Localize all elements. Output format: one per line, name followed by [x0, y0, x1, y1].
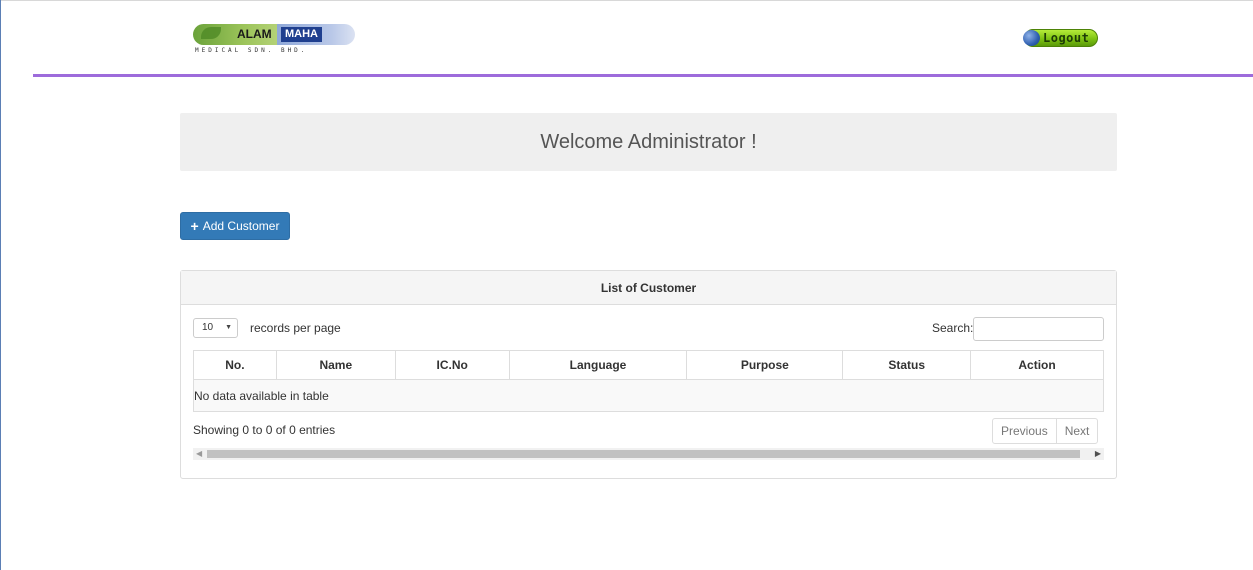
- header-divider: [33, 74, 1253, 77]
- customer-list-panel: List of Customer 10 ▼ records per page S…: [180, 270, 1117, 479]
- column-header-language[interactable]: Language: [508, 350, 688, 380]
- scrollbar-thumb[interactable]: [207, 450, 1080, 458]
- logout-globe-icon: [1023, 30, 1040, 46]
- records-per-page-label: records per page: [250, 321, 341, 335]
- empty-table-message: No data available in table: [193, 379, 1104, 412]
- column-header-ic-no[interactable]: IC.No: [394, 350, 510, 380]
- window-top-border: [0, 0, 1253, 1]
- horizontal-scrollbar[interactable]: ◀ ▶: [193, 448, 1104, 460]
- panel-heading: List of Customer: [181, 271, 1116, 305]
- records-per-page-select[interactable]: 10 ▼: [193, 318, 238, 338]
- records-per-page-value: 10: [202, 322, 214, 333]
- table-info: Showing 0 to 0 of 0 entries: [193, 423, 336, 437]
- logout-button[interactable]: Logout: [1023, 29, 1098, 47]
- next-page-button[interactable]: Next: [1057, 419, 1098, 443]
- company-logo: ALAM MAHA MEDICAL SDN. BHD.: [193, 24, 355, 58]
- window-left-border: [0, 0, 1, 570]
- caret-down-icon: ▼: [225, 324, 232, 331]
- column-header-purpose[interactable]: Purpose: [686, 350, 844, 380]
- table-header-row: No. Name IC.No Language Purpose Status A…: [193, 350, 1104, 380]
- search-input[interactable]: [973, 317, 1104, 341]
- add-customer-button[interactable]: + Add Customer: [180, 212, 290, 240]
- column-header-status[interactable]: Status: [842, 350, 972, 380]
- welcome-banner: Welcome Administrator !: [180, 113, 1117, 171]
- logout-label: Logout: [1043, 31, 1090, 45]
- logo-subtitle: MEDICAL SDN. BHD.: [195, 47, 308, 54]
- plus-icon: +: [190, 218, 199, 234]
- welcome-text: Welcome Administrator !: [540, 130, 757, 153]
- scroll-left-arrow-icon[interactable]: ◀: [196, 448, 202, 460]
- table-row: No data available in table: [193, 379, 1104, 412]
- panel-title: List of Customer: [600, 280, 697, 295]
- column-header-no[interactable]: No.: [193, 350, 277, 380]
- pagination: Previous Next: [992, 418, 1099, 444]
- logo-word-maha: MAHA: [281, 27, 322, 42]
- column-header-name[interactable]: Name: [275, 350, 396, 380]
- scroll-right-arrow-icon[interactable]: ▶: [1095, 448, 1101, 460]
- column-header-action[interactable]: Action: [970, 350, 1104, 380]
- previous-page-button[interactable]: Previous: [993, 419, 1057, 443]
- search-label: Search:: [932, 321, 974, 335]
- customer-table: No. Name IC.No Language Purpose Status A…: [193, 350, 1104, 412]
- add-customer-label: Add Customer: [202, 219, 280, 233]
- logo-word-alam: ALAM: [237, 27, 272, 41]
